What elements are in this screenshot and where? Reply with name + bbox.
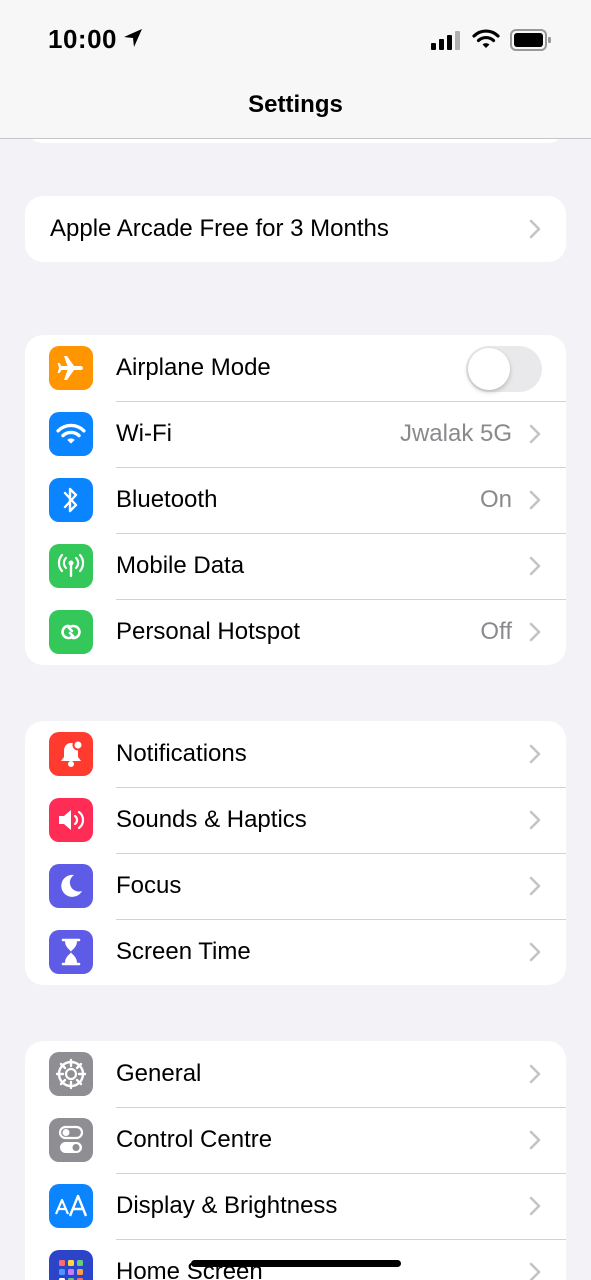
chevron-right-icon	[529, 424, 541, 444]
bluetooth-icon	[49, 478, 93, 522]
apple-arcade-promo-row[interactable]: Apple Arcade Free for 3 Months	[25, 196, 566, 262]
wifi-icon	[472, 29, 500, 48]
chevron-right-icon	[529, 876, 541, 896]
settings-list[interactable]: Apple Arcade Free for 3 Months Airplane …	[0, 139, 591, 1280]
general-row[interactable]: General	[25, 1041, 566, 1107]
chevron-right-icon	[529, 942, 541, 962]
status-time: 10:00	[48, 24, 117, 54]
sounds-haptics-row[interactable]: Sounds & Haptics	[25, 787, 566, 853]
airplane-mode-toggle[interactable]	[466, 346, 542, 392]
previous-card-edge	[25, 139, 566, 143]
wifi-label: Wi-Fi	[116, 420, 172, 447]
switches-icon	[49, 1118, 93, 1162]
location-arrow-icon	[124, 29, 142, 47]
moon-icon	[49, 864, 93, 908]
cellular-signal-icon	[431, 31, 460, 50]
airplane-mode-label: Airplane Mode	[116, 354, 271, 381]
chevron-right-icon	[529, 810, 541, 830]
home-indicator[interactable]	[191, 1260, 401, 1267]
notifications-label: Notifications	[116, 740, 247, 767]
bluetooth-row[interactable]: Bluetooth On	[25, 467, 566, 533]
screen-time-label: Screen Time	[116, 938, 251, 965]
promo-label: Apple Arcade Free for 3 Months	[50, 215, 389, 242]
chevron-right-icon	[529, 1064, 541, 1084]
antenna-icon	[49, 544, 93, 588]
airplane-icon	[49, 346, 93, 390]
screen-time-row[interactable]: Screen Time	[25, 919, 566, 985]
sounds-haptics-label: Sounds & Haptics	[116, 806, 307, 833]
display-brightness-row[interactable]: Display & Brightness	[25, 1173, 566, 1239]
general-label: General	[116, 1060, 202, 1087]
personal-hotspot-value: Off	[480, 618, 512, 645]
notifications-row[interactable]: Notifications	[25, 721, 566, 787]
chevron-right-icon	[529, 1130, 541, 1150]
control-centre-label: Control Centre	[116, 1126, 273, 1153]
status-bar: 10:00	[0, 0, 591, 80]
wifi-icon	[49, 412, 93, 456]
wifi-row[interactable]: Wi-Fi Jwalak 5G	[25, 401, 566, 467]
hourglass-icon	[49, 930, 93, 974]
chevron-right-icon	[529, 1196, 541, 1216]
chevron-right-icon	[529, 219, 541, 239]
chevron-right-icon	[529, 490, 541, 510]
page-title: Settings	[248, 91, 343, 118]
hotspot-icon	[49, 610, 93, 654]
connectivity-group: Airplane Mode Wi-Fi Jwalak 5G Bluetooth …	[25, 335, 566, 665]
personal-hotspot-label: Personal Hotspot	[116, 618, 301, 645]
focus-label: Focus	[116, 872, 182, 899]
chevron-right-icon	[529, 622, 541, 642]
nav-bar: Settings	[0, 80, 591, 139]
app-grid-icon	[49, 1250, 93, 1280]
wifi-network-value: Jwalak 5G	[399, 420, 512, 447]
chevron-right-icon	[529, 744, 541, 764]
mobile-data-label: Mobile Data	[116, 552, 245, 579]
control-centre-row[interactable]: Control Centre	[25, 1107, 566, 1173]
general-group: General Control Centre Display & Brightn…	[25, 1041, 566, 1280]
bluetooth-label: Bluetooth	[116, 486, 218, 513]
airplane-mode-row[interactable]: Airplane Mode	[25, 335, 566, 401]
promo-group: Apple Arcade Free for 3 Months	[25, 196, 566, 262]
mobile-data-row[interactable]: Mobile Data	[25, 533, 566, 599]
bell-icon	[49, 732, 93, 776]
bluetooth-value: On	[479, 486, 512, 513]
personal-hotspot-row[interactable]: Personal Hotspot Off	[25, 599, 566, 665]
chevron-right-icon	[529, 556, 541, 576]
display-brightness-label: Display & Brightness	[116, 1192, 338, 1219]
chevron-right-icon	[529, 1262, 541, 1280]
notifications-group: Notifications Sounds & Haptics Focus Scr…	[25, 721, 566, 985]
focus-row[interactable]: Focus	[25, 853, 566, 919]
battery-icon	[510, 29, 551, 51]
toggle-knob	[468, 348, 510, 390]
speaker-icon	[49, 798, 93, 842]
gear-icon	[49, 1052, 93, 1096]
text-size-icon	[49, 1184, 93, 1228]
